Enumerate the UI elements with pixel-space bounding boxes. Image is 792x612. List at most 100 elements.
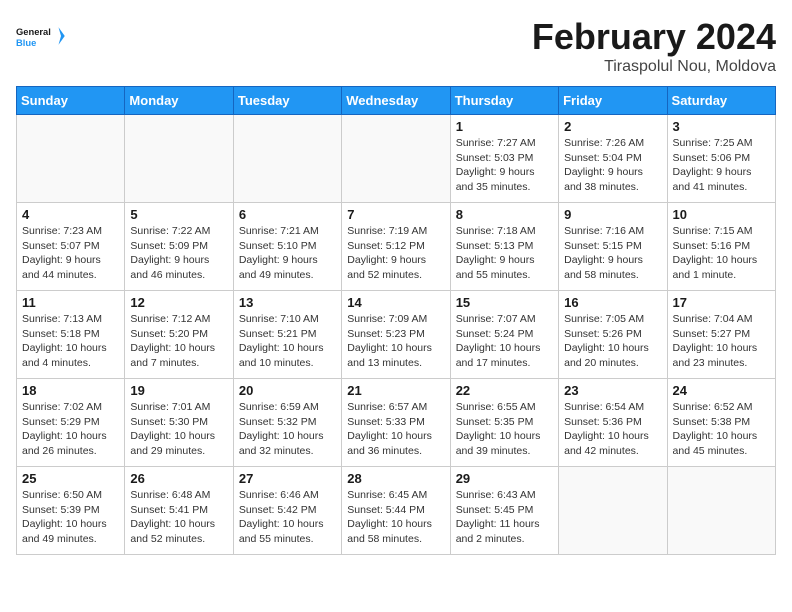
day-info: Sunrise: 7:16 AMSunset: 5:15 PMDaylight:… [564, 224, 661, 283]
day-number: 3 [673, 119, 770, 134]
calendar-week-row: 11 Sunrise: 7:13 AMSunset: 5:18 PMDayligh… [17, 291, 776, 379]
subtitle: Tiraspolul Nou, Moldova [532, 58, 776, 76]
day-info: Sunrise: 7:19 AMSunset: 5:12 PMDaylight:… [347, 224, 444, 283]
day-number: 26 [130, 471, 227, 486]
day-info: Sunrise: 7:12 AMSunset: 5:20 PMDaylight:… [130, 312, 227, 371]
day-number: 25 [22, 471, 119, 486]
day-info: Sunrise: 7:18 AMSunset: 5:13 PMDaylight:… [456, 224, 553, 283]
weekday-header: Tuesday [233, 87, 341, 115]
calendar-week-row: 1 Sunrise: 7:27 AMSunset: 5:03 PMDaylight… [17, 115, 776, 203]
calendar-cell [17, 115, 125, 203]
calendar-cell [125, 115, 233, 203]
day-number: 7 [347, 207, 444, 222]
day-number: 9 [564, 207, 661, 222]
day-number: 5 [130, 207, 227, 222]
weekday-header: Wednesday [342, 87, 450, 115]
weekday-header: Friday [559, 87, 667, 115]
calendar-cell: 18Sunrise: 7:02 AMSunset: 5:29 PMDayligh… [17, 379, 125, 467]
day-number: 2 [564, 119, 661, 134]
calendar-cell: 12 Sunrise: 7:12 AMSunset: 5:20 PMDayligh… [125, 291, 233, 379]
logo-icon: General Blue [16, 16, 66, 56]
day-number: 17 [673, 295, 770, 310]
month-title: February 2024 [532, 16, 776, 58]
day-info: Sunrise: 6:57 AMSunset: 5:33 PMDaylight:… [347, 400, 444, 459]
day-number: 12 [130, 295, 227, 310]
calendar-cell: 25 Sunrise: 6:50 AMSunset: 5:39 PMDayligh… [17, 467, 125, 555]
day-number: 16 [564, 295, 661, 310]
day-info: Sunrise: 6:59 AMSunset: 5:32 PMDaylight:… [239, 400, 336, 459]
day-info: Sunrise: 7:07 AMSunset: 5:24 PMDaylight:… [456, 312, 553, 371]
day-info: Sunrise: 6:50 AMSunset: 5:39 PMDaylight:… [22, 488, 119, 547]
weekday-header-row: SundayMondayTuesdayWednesdayThursdayFrid… [17, 87, 776, 115]
calendar-cell: 21 Sunrise: 6:57 AMSunset: 5:33 PMDayligh… [342, 379, 450, 467]
day-number: 21 [347, 383, 444, 398]
calendar-cell [559, 467, 667, 555]
day-info: Sunrise: 7:23 AMSunset: 5:07 PMDaylight:… [22, 224, 119, 283]
day-info: Sunrise: 6:54 AMSunset: 5:36 PMDaylight:… [564, 400, 661, 459]
day-info: Sunrise: 7:04 AMSunset: 5:27 PMDaylight:… [673, 312, 770, 371]
day-number: 20 [239, 383, 336, 398]
day-info: Sunrise: 7:26 AMSunset: 5:04 PMDaylight:… [564, 136, 661, 195]
weekday-header: Thursday [450, 87, 558, 115]
day-info: Sunrise: 6:48 AMSunset: 5:41 PMDaylight:… [130, 488, 227, 547]
calendar-cell: 9 Sunrise: 7:16 AMSunset: 5:15 PMDaylight… [559, 203, 667, 291]
day-number: 23 [564, 383, 661, 398]
header: General Blue February 2024 Tiraspolul No… [16, 16, 776, 76]
calendar-cell: 23 Sunrise: 6:54 AMSunset: 5:36 PMDayligh… [559, 379, 667, 467]
day-number: 18 [22, 383, 119, 398]
day-number: 22 [456, 383, 553, 398]
calendar-cell: 16 Sunrise: 7:05 AMSunset: 5:26 PMDayligh… [559, 291, 667, 379]
calendar-cell: 3 Sunrise: 7:25 AMSunset: 5:06 PMDaylight… [667, 115, 775, 203]
calendar-cell: 11 Sunrise: 7:13 AMSunset: 5:18 PMDayligh… [17, 291, 125, 379]
day-number: 28 [347, 471, 444, 486]
day-number: 11 [22, 295, 119, 310]
calendar-cell: 20 Sunrise: 6:59 AMSunset: 5:32 PMDayligh… [233, 379, 341, 467]
day-info: Sunrise: 7:13 AMSunset: 5:18 PMDaylight:… [22, 312, 119, 371]
day-info: Sunrise: 7:27 AMSunset: 5:03 PMDaylight:… [456, 136, 553, 195]
day-number: 15 [456, 295, 553, 310]
day-number: 1 [456, 119, 553, 134]
calendar-cell: 28 Sunrise: 6:45 AMSunset: 5:44 PMDayligh… [342, 467, 450, 555]
calendar-cell: 13Sunrise: 7:10 AMSunset: 5:21 PMDayligh… [233, 291, 341, 379]
day-info: Sunrise: 6:52 AMSunset: 5:38 PMDaylight:… [673, 400, 770, 459]
day-info: Sunrise: 7:21 AMSunset: 5:10 PMDaylight:… [239, 224, 336, 283]
day-info: Sunrise: 7:15 AMSunset: 5:16 PMDaylight:… [673, 224, 770, 283]
calendar-cell: 1 Sunrise: 7:27 AMSunset: 5:03 PMDaylight… [450, 115, 558, 203]
calendar-cell: 22Sunrise: 6:55 AMSunset: 5:35 PMDayligh… [450, 379, 558, 467]
calendar-cell: 17 Sunrise: 7:04 AMSunset: 5:27 PMDayligh… [667, 291, 775, 379]
day-info: Sunrise: 7:09 AMSunset: 5:23 PMDaylight:… [347, 312, 444, 371]
calendar-cell: 6 Sunrise: 7:21 AMSunset: 5:10 PMDaylight… [233, 203, 341, 291]
calendar-cell: 10 Sunrise: 7:15 AMSunset: 5:16 PMDayligh… [667, 203, 775, 291]
day-number: 27 [239, 471, 336, 486]
weekday-header: Sunday [17, 87, 125, 115]
day-number: 24 [673, 383, 770, 398]
day-info: Sunrise: 7:10 AMSunset: 5:21 PMDaylight:… [239, 312, 336, 371]
day-number: 14 [347, 295, 444, 310]
calendar-week-row: 18Sunrise: 7:02 AMSunset: 5:29 PMDayligh… [17, 379, 776, 467]
day-info: Sunrise: 6:43 AMSunset: 5:45 PMDaylight:… [456, 488, 553, 547]
calendar-cell: 27 Sunrise: 6:46 AMSunset: 5:42 PMDayligh… [233, 467, 341, 555]
calendar-cell: 7 Sunrise: 7:19 AMSunset: 5:12 PMDaylight… [342, 203, 450, 291]
weekday-header: Saturday [667, 87, 775, 115]
day-info: Sunrise: 6:45 AMSunset: 5:44 PMDaylight:… [347, 488, 444, 547]
calendar-cell: 2 Sunrise: 7:26 AMSunset: 5:04 PMDaylight… [559, 115, 667, 203]
calendar-cell: 19Sunrise: 7:01 AMSunset: 5:30 PMDayligh… [125, 379, 233, 467]
calendar-cell: 8 Sunrise: 7:18 AMSunset: 5:13 PMDaylight… [450, 203, 558, 291]
logo: General Blue [16, 16, 66, 56]
day-number: 4 [22, 207, 119, 222]
day-info: Sunrise: 6:46 AMSunset: 5:42 PMDaylight:… [239, 488, 336, 547]
day-info: Sunrise: 7:25 AMSunset: 5:06 PMDaylight:… [673, 136, 770, 195]
day-number: 8 [456, 207, 553, 222]
title-area: February 2024 Tiraspolul Nou, Moldova [532, 16, 776, 76]
calendar-cell: 29 Sunrise: 6:43 AMSunset: 5:45 PMDayligh… [450, 467, 558, 555]
day-number: 29 [456, 471, 553, 486]
day-info: Sunrise: 7:01 AMSunset: 5:30 PMDaylight:… [130, 400, 227, 459]
day-number: 6 [239, 207, 336, 222]
day-info: Sunrise: 7:05 AMSunset: 5:26 PMDaylight:… [564, 312, 661, 371]
svg-text:General: General [16, 27, 51, 37]
calendar-cell: 5Sunrise: 7:22 AMSunset: 5:09 PMDaylight… [125, 203, 233, 291]
calendar-week-row: 4 Sunrise: 7:23 AMSunset: 5:07 PMDaylight… [17, 203, 776, 291]
calendar-cell [233, 115, 341, 203]
day-number: 10 [673, 207, 770, 222]
svg-text:Blue: Blue [16, 38, 36, 48]
